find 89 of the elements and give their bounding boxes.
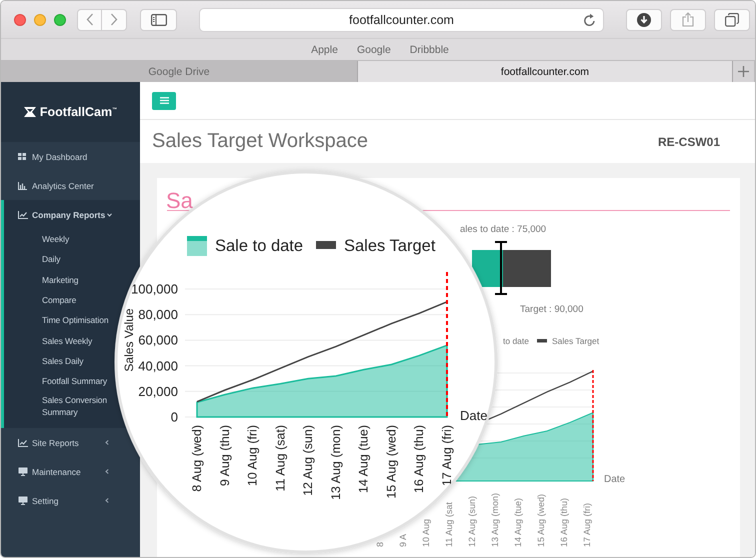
sidebar-subitem[interactable]: Marketing [42,270,78,290]
download-icon [637,12,651,26]
y-tick-label: 100,000 [131,282,178,296]
line-chart-icon [18,210,28,218]
sidebar-item[interactable]: Site Reports [1,428,121,458]
x-axis-label: 13 Aug (mon) [328,425,343,500]
sidebar-button[interactable] [140,8,177,30]
back-button[interactable] [77,8,102,30]
x-axis-title: Date [604,474,626,485]
sidebar-subitem[interactable]: Sales Weekly [42,330,92,351]
x-axis-label: 12 Aug (sun) [467,496,477,547]
chevron-right-icon [110,13,118,26]
address-field[interactable]: footfallcounter.com [199,8,604,32]
chevron-left-icon [86,13,94,26]
legend-swatch [187,236,207,256]
reload-icon [583,12,596,26]
bookmark-link[interactable]: Apple [311,44,338,56]
x-axis-label: 17 Aug (fri) [582,502,592,547]
x-axis-label: 9 Aug (thu) [218,425,232,486]
menu-button[interactable] [152,92,176,110]
y-tick-label: 0 [170,410,178,424]
sidebar-subitem[interactable]: Sales Conversion Summary [42,391,116,420]
logo-text: FootfallCam$^{™}$ [40,105,118,119]
x-axis-label: 8 [375,542,385,547]
browser-tab[interactable]: footfallcounter.com [358,61,733,82]
x-axis-label: 10 Aug (fri) [246,425,260,486]
sidebar-item[interactable]: Company Reports [4,200,124,229]
sidebar-subitem[interactable]: Time Optimisation [42,310,108,330]
sidebar-subitem[interactable]: Compare [42,290,76,310]
x-axis-label: 16 Aug (thu) [412,425,426,494]
x-axis-label: 14 Aug (tue) [356,425,371,494]
x-axis-label: 15 Aug (wed) [384,425,398,499]
x-axis-label: 14 Aug (tue) [513,498,523,547]
y-tick-label: 20,000 [138,384,178,399]
forward-button[interactable] [102,8,127,30]
zoom-window-button[interactable] [54,14,66,26]
legend-label: to date [503,336,529,346]
x-axis-label: 12 Aug (sun) [301,425,316,496]
grid-icon [18,153,26,160]
sidebar-item[interactable]: Analytics Center [1,171,121,200]
x-axis-label: 8 Aug (wed) [190,425,204,492]
minimize-window-button[interactable] [34,14,46,26]
close-window-button[interactable] [14,14,26,26]
y-axis-title: Sales Value [122,308,136,372]
sales-to-date-label: ales to date : 75,000 [460,224,546,235]
page-title: Sales Target Workspace [152,130,368,153]
workspace-code: RE-CSW01 [658,134,720,148]
sidebar-subitem[interactable]: Sales Daily [42,350,84,372]
y-tick-label: 80,000 [138,307,178,322]
legend-label: Sale to date [215,237,304,255]
x-axis-label: 13 Aug (mon) [490,492,500,547]
x-axis-title: Date [460,408,488,423]
bar-chart-icon [18,182,27,190]
legend-label: Sales Target [344,237,436,255]
sidebar-subitem[interactable]: Daily [42,249,60,270]
y-tick-label: 40,000 [138,358,178,374]
sidebar-item[interactable]: Maintenance [1,457,121,486]
download-button[interactable] [626,8,662,30]
x-axis-label: 9 A [398,534,408,547]
new-tab-button[interactable] [733,61,754,82]
line-chart-icon [18,438,28,447]
x-axis-label: 15 Aug (wed) [536,494,546,547]
x-axis-label: 17 Aug (fri) [440,425,454,486]
sidebar-subitem[interactable]: Weekly [42,229,70,250]
x-axis-label: 11 Aug (sat [444,502,454,547]
x-axis-label: 16 Aug (thu) [559,498,569,547]
share-icon [682,12,694,27]
sidebar-subitem[interactable]: Footfall Summary [42,371,108,392]
plus-icon [738,66,749,77]
bookmark-link[interactable]: Google [356,44,391,56]
logo-icon [24,107,36,117]
tabs-icon [725,12,739,26]
target-label: Target : 90,000 [520,304,584,315]
x-axis-label: 10 Aug [421,518,431,547]
sidebar-item[interactable]: My Dashboard [1,142,121,171]
card-title: Sa [166,188,193,213]
share-button[interactable] [670,8,706,30]
sidebar-item[interactable]: Setting [1,486,121,516]
legend-label: Sales Target [552,336,600,346]
y-tick-label: 60,000 [138,332,178,348]
sidebar-icon [150,14,166,26]
tabs-overview-button[interactable] [714,8,750,30]
x-axis-label: 11 Aug (sat) [273,425,288,492]
monitor-icon [18,496,28,506]
menu-icon [160,97,168,104]
monitor-icon [18,467,28,476]
bookmark-link[interactable]: Dribbble [410,44,449,56]
legend-swatch [316,241,336,249]
url-text: footfallcounter.com [349,12,454,26]
